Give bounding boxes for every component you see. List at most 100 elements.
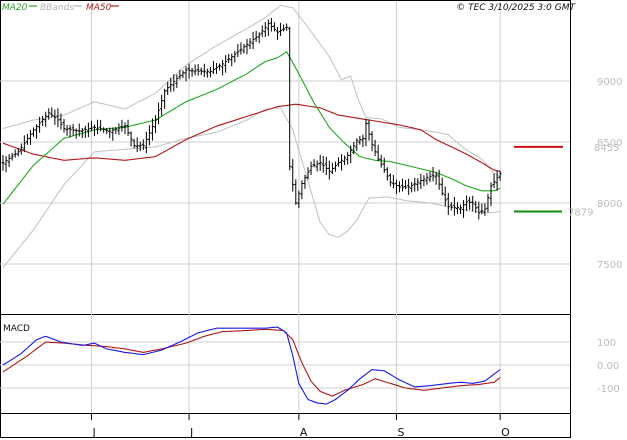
price-bar: [407, 178, 411, 195]
price-bar: [483, 203, 487, 216]
price-bar: [135, 137, 139, 153]
price-bar: [233, 51, 237, 63]
price-y-tick: 9000: [597, 77, 622, 88]
price-bar: [425, 172, 429, 185]
macd-title: MACD: [3, 324, 30, 334]
bband-lower-line: [2, 107, 501, 269]
price-bar: [193, 64, 197, 76]
x-tick-label: S: [397, 426, 404, 439]
price-bar: [413, 177, 417, 192]
price-bar: [236, 43, 240, 57]
price-bar: [68, 125, 72, 138]
price-bar: [32, 127, 35, 137]
price-bar: [129, 131, 133, 147]
price-bar: [333, 161, 337, 172]
price-bar: [330, 162, 334, 175]
price-bar: [227, 53, 231, 64]
price-bar: [123, 122, 127, 135]
price-bar: [163, 88, 167, 109]
macd-y-tick: 100: [597, 338, 616, 349]
price-bar: [300, 180, 304, 200]
price-bar: [382, 157, 386, 173]
price-bar: [86, 122, 90, 138]
price-bar: [404, 179, 408, 190]
price-bar: [263, 22, 267, 38]
price-bar: [7, 154, 11, 168]
x-tick-label: O: [501, 426, 510, 439]
support-level-label: 7879: [568, 208, 593, 219]
price-bar: [471, 195, 475, 212]
price-bar: [419, 173, 423, 189]
price-bar: [120, 119, 124, 132]
price-bar: [422, 175, 426, 187]
price-bar: [428, 171, 432, 183]
price-bar: [254, 30, 258, 42]
price-bar: [385, 167, 389, 181]
price-bar: [455, 202, 459, 215]
price-bar: [398, 181, 401, 193]
price-bar: [288, 26, 292, 171]
price-bar: [324, 156, 328, 175]
price-bars: [1, 17, 502, 220]
price-bar: [224, 55, 228, 73]
price-bar: [50, 107, 54, 118]
price-bar: [96, 119, 100, 135]
macd-y-tick: -100: [597, 384, 620, 395]
price-bar: [22, 135, 26, 153]
price-bar: [111, 127, 115, 141]
price-bar: [187, 63, 191, 79]
price-bar: [13, 149, 17, 158]
price-bar: [242, 43, 246, 54]
price-bar: [239, 42, 243, 55]
price-bar: [321, 155, 325, 173]
price-bar: [337, 157, 340, 167]
macd-line: [2, 326, 501, 405]
price-bar: [285, 23, 289, 31]
legend-ma50: MA50: [86, 3, 112, 13]
price-y-tick: 7500: [597, 260, 622, 271]
price-bar: [291, 159, 295, 192]
price-bar: [394, 179, 398, 194]
support-resistance-levels: [514, 145, 563, 213]
price-bar: [303, 174, 307, 189]
price-bar: [157, 102, 161, 125]
price-bar: [126, 119, 130, 136]
x-tick-labels: JJASO: [90, 413, 510, 439]
price-bar: [208, 67, 212, 78]
legend-ma20: MA20: [2, 3, 28, 13]
price-bar: [117, 123, 121, 135]
resistance-level-label: 8455: [594, 143, 619, 154]
price-bar: [230, 53, 234, 67]
price-bar: [492, 173, 496, 189]
price-bar: [132, 138, 136, 149]
price-bar: [221, 59, 225, 76]
price-bar: [62, 118, 66, 133]
price-bar: [181, 70, 185, 79]
price-bar: [211, 61, 215, 74]
macd-y-tick: 0.00: [597, 361, 619, 372]
price-bar: [361, 134, 365, 148]
x-tick-label: J: [189, 426, 193, 439]
price-bar: [276, 26, 279, 40]
price-bar: [150, 118, 154, 141]
price-bar: [358, 135, 362, 145]
price-bar: [297, 190, 301, 209]
price-bar: [495, 170, 499, 191]
price-bar: [10, 152, 14, 161]
bband-upper-line: [2, 4, 501, 177]
price-bar: [28, 130, 32, 145]
price-bar: [452, 197, 456, 216]
price-bar: [340, 154, 344, 171]
price-bar: [327, 160, 331, 180]
price-bar: [315, 160, 319, 172]
ma20-line: [2, 50, 501, 205]
price-bar: [190, 67, 194, 77]
price-bar: [282, 24, 286, 32]
legend-bbands: BBands: [40, 3, 74, 13]
price-y-tick: 8000: [597, 199, 622, 210]
price-bar: [312, 159, 316, 168]
price-bar: [257, 32, 261, 44]
price-bar: [138, 141, 142, 152]
price-bar: [416, 178, 420, 192]
price-bar: [1, 154, 5, 171]
